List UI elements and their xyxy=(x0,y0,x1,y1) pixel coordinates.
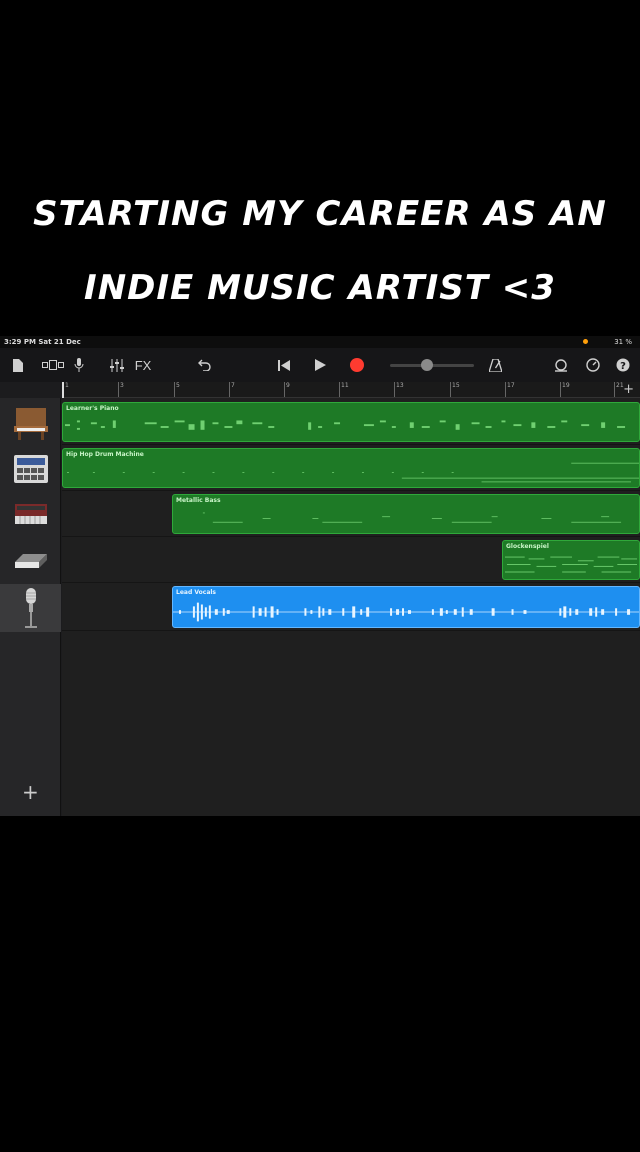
track-header-piano[interactable] xyxy=(0,400,61,446)
region-label: Metallic Bass xyxy=(176,497,221,504)
battery-level: 31 % xyxy=(614,338,632,346)
volume-slider-knob[interactable] xyxy=(421,359,433,371)
fx-button[interactable]: FX xyxy=(132,354,154,376)
keyboard-icon xyxy=(14,554,47,568)
document-icon[interactable] xyxy=(10,354,26,376)
region-glockenspiel[interactable]: Glockenspiel xyxy=(502,540,640,580)
loop-icon[interactable] xyxy=(552,354,570,376)
timeline-ruler[interactable]: 1 3 5 7 9 11 13 15 17 19 21 + xyxy=(62,382,640,398)
bar-number: 13 xyxy=(394,382,404,397)
bar-number: 19 xyxy=(560,382,570,397)
bar-number: 7 xyxy=(229,382,235,397)
midi-notes xyxy=(66,462,639,483)
drum-machine-icon xyxy=(13,455,48,483)
audio-waveform xyxy=(173,602,639,622)
view-toggle-icon[interactable] xyxy=(40,354,66,376)
midi-notes xyxy=(504,556,638,573)
region-bass[interactable]: Metallic Bass xyxy=(172,494,640,534)
svg-text:?: ? xyxy=(620,361,626,372)
add-section-button[interactable]: + xyxy=(623,382,634,397)
synth-keyboard-icon xyxy=(14,504,47,524)
region-label: Lead Vocals xyxy=(176,589,216,596)
record-button[interactable] xyxy=(348,354,366,376)
bar-number: 5 xyxy=(174,382,180,397)
bar-number: 1 xyxy=(63,382,69,397)
track-headers: + xyxy=(0,398,61,816)
region-label: Hip Hop Drum Machine xyxy=(66,451,144,458)
region-piano[interactable]: Learner's Piano xyxy=(62,402,640,442)
toolbar: FX ? xyxy=(0,348,640,382)
bar-number: 17 xyxy=(505,382,515,397)
region-drum-machine[interactable]: Hip Hop Drum Machine xyxy=(62,448,640,488)
mic-indicator-icon xyxy=(583,339,588,344)
metronome-icon[interactable] xyxy=(486,354,504,376)
condenser-mic-icon xyxy=(24,588,37,628)
midi-notes xyxy=(202,512,622,523)
help-icon[interactable]: ? xyxy=(614,354,632,376)
bar-number: 9 xyxy=(284,382,290,397)
midi-notes xyxy=(64,420,626,430)
rewind-icon[interactable] xyxy=(276,354,292,376)
track-lanes[interactable]: Learner's Piano Hip Hop Drum Machine Met… xyxy=(62,398,640,816)
bar-number: 3 xyxy=(118,382,124,397)
mixer-icon[interactable] xyxy=(108,354,126,376)
play-icon[interactable] xyxy=(312,354,328,376)
region-label: Learner's Piano xyxy=(66,405,119,412)
piano-icon xyxy=(13,408,48,440)
track-header-bass[interactable] xyxy=(0,492,61,538)
caption-line-1: STARTING MY CAREER AS AN xyxy=(33,194,607,234)
microphone-icon[interactable] xyxy=(72,354,86,376)
add-track-button[interactable]: + xyxy=(22,780,39,804)
region-vocals[interactable]: Lead Vocals xyxy=(172,586,640,628)
status-time: 3:29 PM Sat 21 Dec xyxy=(4,338,81,346)
caption-line-2: INDIE MUSIC ARTIST <3 xyxy=(84,268,556,308)
record-icon xyxy=(350,358,364,372)
playhead[interactable] xyxy=(62,382,64,398)
bar-number: 15 xyxy=(450,382,460,397)
track-header-glockenspiel[interactable] xyxy=(0,538,61,584)
track-header-vocals[interactable] xyxy=(0,584,61,632)
status-bar: 3:29 PM Sat 21 Dec 31 % xyxy=(0,336,640,348)
track-header-drum-machine[interactable] xyxy=(0,446,61,492)
garageband-screen: 3:29 PM Sat 21 Dec 31 % FX ? 1 3 5 7 9 1… xyxy=(0,336,640,816)
undo-icon[interactable] xyxy=(196,354,212,376)
bar-number: 11 xyxy=(339,382,349,397)
region-label: Glockenspiel xyxy=(506,543,549,550)
settings-icon[interactable] xyxy=(584,354,602,376)
